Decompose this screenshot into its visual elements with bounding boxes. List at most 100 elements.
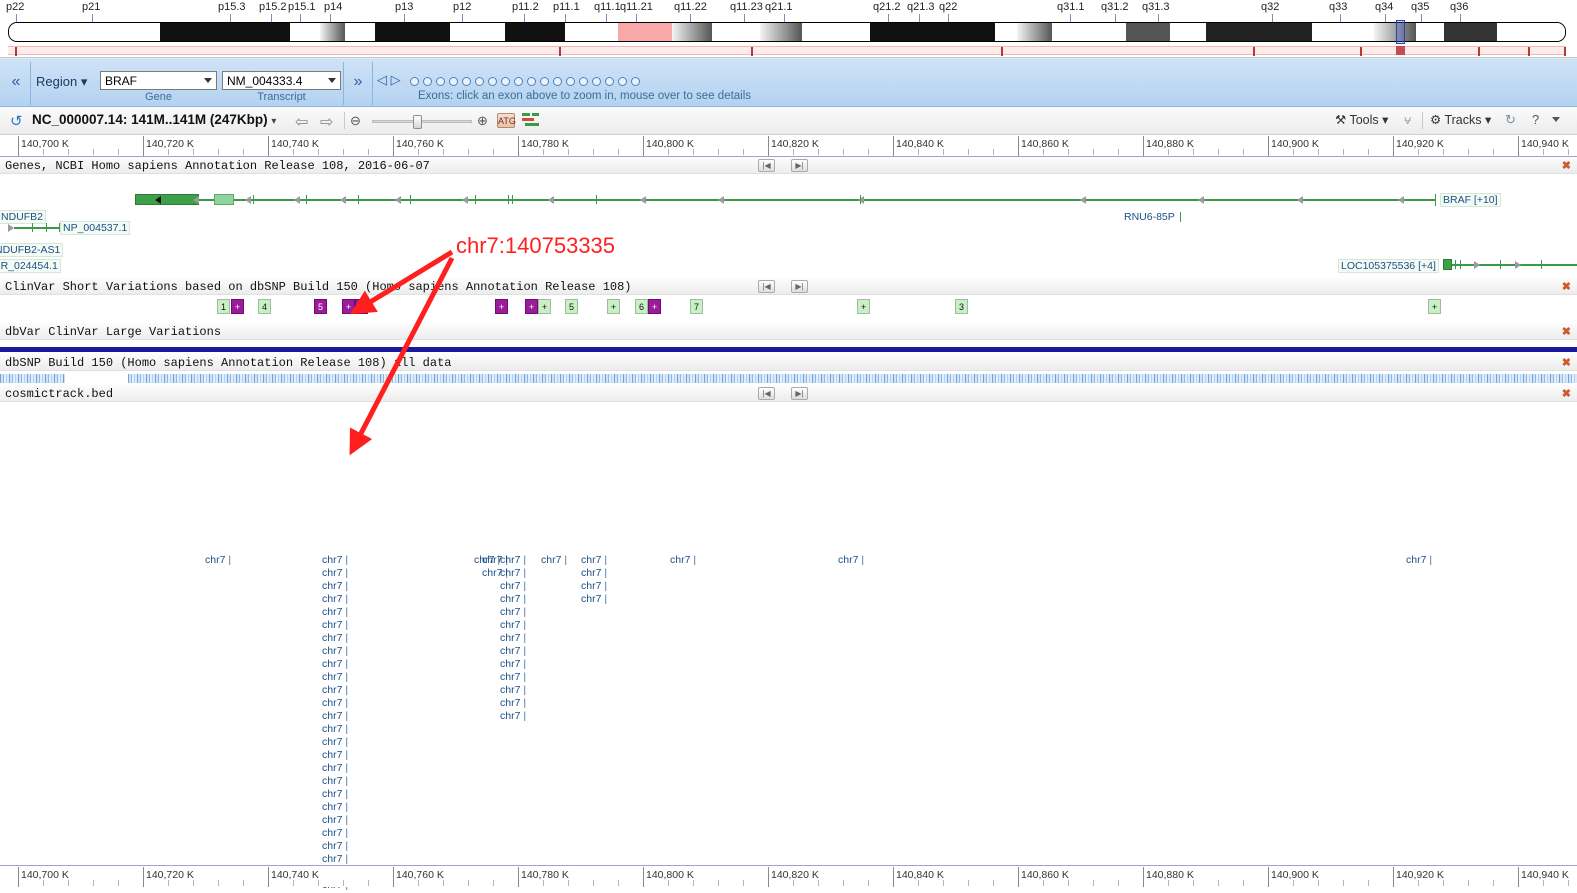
zoom-out-icon[interactable]: ⊖ — [350, 113, 361, 129]
braf-exon-box[interactable] — [135, 194, 199, 205]
exon-dot[interactable] — [501, 77, 510, 86]
ideogram-band[interactable] — [672, 23, 712, 41]
clinvar-nav-prev[interactable]: |◀ — [758, 280, 775, 293]
cosmic-variant-label[interactable]: chr7 | — [1406, 554, 1432, 566]
exon-nav[interactable]: ◁ ▷ — [377, 72, 401, 88]
cosmic-variant-label[interactable]: chr7 | — [322, 606, 348, 618]
tracks-menu[interactable]: ⚙ Tracks ▾ — [1430, 112, 1491, 127]
exon-dot[interactable] — [540, 77, 549, 86]
next-region-button[interactable]: » — [347, 71, 369, 93]
exon-dot-list[interactable] — [410, 73, 644, 91]
ideogram-selection-box[interactable] — [1396, 20, 1405, 44]
ideogram-band[interactable] — [290, 23, 320, 41]
ideogram-band[interactable] — [375, 23, 450, 41]
clinvar-variant-badge[interactable]: 4 — [258, 299, 271, 314]
cosmic-variant-label[interactable]: chr7 | — [500, 619, 526, 631]
gene-label-rnu6-85p[interactable]: RNU6-85P — [1122, 211, 1177, 223]
ideogram-band[interactable] — [345, 23, 375, 41]
cosmic-variant-label[interactable]: chr7 | — [581, 580, 607, 592]
ideogram-band[interactable] — [1052, 23, 1126, 41]
cosmic-nav-prev[interactable]: |◀ — [758, 387, 775, 400]
dbvar-close-icon[interactable]: ✖ — [1562, 325, 1571, 338]
exon-dot[interactable] — [449, 77, 458, 86]
clinvar-variant-badge[interactable]: + — [857, 299, 870, 314]
cosmic-variant-label[interactable]: chr7 | — [322, 762, 348, 774]
cosmic-variant-label[interactable]: chr7 | — [500, 632, 526, 644]
cosmic-variant-label[interactable]: chr7 | — [322, 801, 348, 813]
ideogram-band[interactable] — [1312, 23, 1374, 41]
cosmic-variant-label[interactable]: chr7 | — [322, 593, 348, 605]
cosmic-variant-label[interactable]: chr7 | — [322, 749, 348, 761]
atg-sequence-icon[interactable]: ATG — [497, 113, 516, 128]
clinvar-variant-badge[interactable]: 1 — [217, 299, 230, 314]
cosmic-variant-label[interactable]: chr7 | — [322, 814, 348, 826]
cosmic-variant-label[interactable]: chr7 | — [322, 619, 348, 631]
cosmic-variant-label[interactable]: chr7 | — [581, 554, 607, 566]
protein-label-np004537[interactable]: NP_004537.1 — [60, 221, 131, 235]
cosmic-variant-label[interactable]: chr7 | — [500, 593, 526, 605]
cosmic-variant-label[interactable]: chr7 | — [322, 554, 348, 566]
braf-transcript-line[interactable] — [135, 199, 1435, 201]
ideogram-band[interactable] — [870, 23, 995, 41]
cosmic-variant-label[interactable]: chr7 | — [322, 853, 348, 865]
zoom-slider[interactable] — [372, 115, 472, 129]
gene-select[interactable]: BRAF — [100, 71, 217, 90]
cosmic-variant-label[interactable]: chr7 | — [500, 645, 526, 657]
ideogram-band[interactable] — [1497, 23, 1565, 41]
track-layout-icon[interactable] — [521, 112, 541, 128]
gene-label-loc105375536[interactable]: LOC105375536 [+4] — [1338, 259, 1439, 273]
exon-dot[interactable] — [618, 77, 627, 86]
tools-menu[interactable]: ⚒ Tools ▾ — [1335, 112, 1388, 127]
exon-dot[interactable] — [579, 77, 588, 86]
exon-dot[interactable] — [436, 77, 445, 86]
help-icon[interactable]: ? — [1532, 112, 1539, 127]
ideogram-band[interactable] — [760, 23, 802, 41]
cosmic-variant-label[interactable]: chr7 | — [500, 671, 526, 683]
cosmic-variant-label[interactable]: chr7 | — [500, 567, 526, 579]
gene-label-ndufb2-as1[interactable]: NDUFB2-AS1 — [0, 243, 64, 257]
clinvar-variant-badge[interactable]: + — [648, 299, 661, 314]
genes-close-icon[interactable]: ✖ — [1562, 159, 1571, 172]
exon-dot[interactable] — [553, 77, 562, 86]
cosmic-variant-label[interactable]: chr7 | — [322, 736, 348, 748]
cosmic-variant-label[interactable]: chr7 | — [838, 554, 864, 566]
rna-label-nr024454[interactable]: NR_024454.1 — [0, 259, 61, 273]
ideogram-band[interactable] — [1416, 23, 1444, 41]
cosmic-variant-label[interactable]: chr7 | — [322, 632, 348, 644]
clinvar-variant-badge[interactable]: 5 — [314, 299, 327, 314]
nav-back-button[interactable]: ⇦ — [295, 112, 308, 132]
exon-dot[interactable] — [527, 77, 536, 86]
exon-dot[interactable] — [488, 77, 497, 86]
ideogram-band[interactable] — [1374, 23, 1416, 41]
transcript-select[interactable]: NM_004333.4 — [222, 71, 341, 90]
cosmic-variant-label[interactable]: chr7 | — [670, 554, 696, 566]
cosmic-variant-label[interactable]: chr7 | — [322, 567, 348, 579]
cosmic-variant-label[interactable]: chr7 | — [500, 554, 526, 566]
cosmic-variant-label[interactable]: chr7 | — [322, 658, 348, 670]
cosmic-close-icon[interactable]: ✖ — [1562, 387, 1571, 400]
ideogram-band[interactable] — [802, 23, 870, 41]
clinvar-variant-badge[interactable]: + — [342, 299, 355, 314]
cosmic-variant-label[interactable]: chr7 | — [500, 606, 526, 618]
cosmic-variant-label[interactable]: chr7 | — [581, 567, 607, 579]
ideogram-band[interactable] — [1017, 23, 1052, 41]
zoom-slider-handle[interactable] — [413, 115, 422, 129]
exon-dot[interactable] — [462, 77, 471, 86]
ruler-bottom[interactable]: 140,700 K 140,720 K 140,740 K 140,760 K 140,… — [0, 865, 1577, 887]
cosmic-variant-label[interactable]: chr7 | — [500, 697, 526, 709]
exon-dot[interactable] — [475, 77, 484, 86]
clinvar-variant-badge[interactable]: + — [538, 299, 551, 314]
ideogram-band[interactable] — [1170, 23, 1206, 41]
cosmic-variant-label[interactable]: chr7 | — [322, 684, 348, 696]
dbsnp-close-icon[interactable]: ✖ — [1562, 356, 1571, 369]
nav-forward-button[interactable]: ⇨ — [320, 112, 333, 132]
ideogram-band[interactable] — [1126, 23, 1170, 41]
cosmic-variant-label[interactable]: chr7 | — [500, 580, 526, 592]
clinvar-variant-badge[interactable]: 3 — [955, 299, 968, 314]
ideogram-band[interactable] — [320, 23, 345, 41]
prev-region-button[interactable]: « — [5, 71, 27, 93]
clinvar-nav-next[interactable]: ▶| — [791, 280, 808, 293]
genes-nav-next[interactable]: ▶| — [791, 159, 808, 172]
cosmic-variant-label[interactable]: chr7 | — [322, 697, 348, 709]
ideogram-band[interactable] — [9, 23, 160, 41]
